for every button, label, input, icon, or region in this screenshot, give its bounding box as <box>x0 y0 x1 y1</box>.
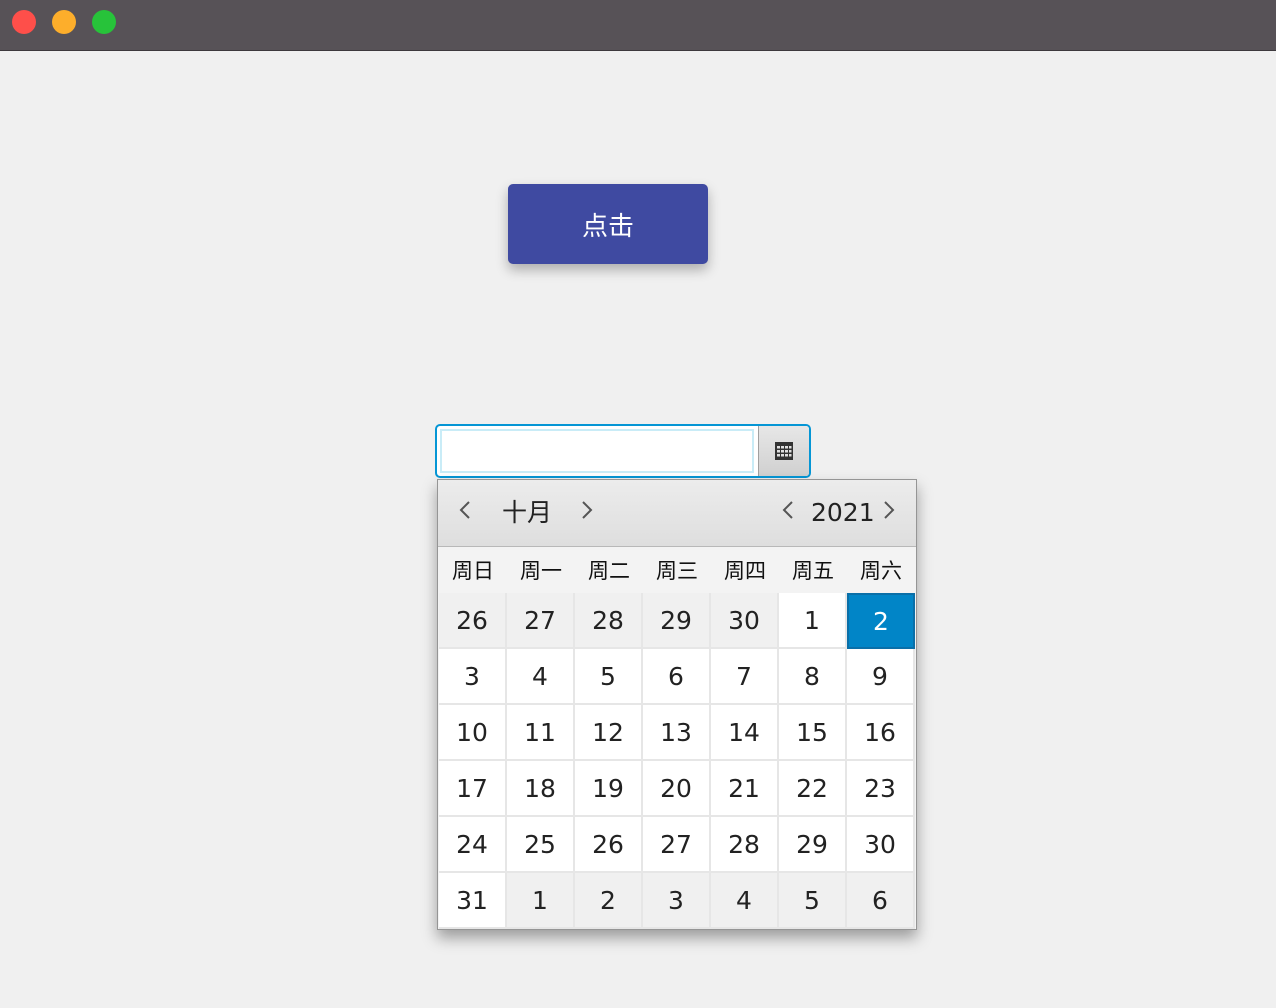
month-label: 十月 <box>502 498 553 527</box>
calendar-day[interactable]: 28 <box>711 817 779 873</box>
weekday-label: 周三 <box>656 559 698 583</box>
calendar-day[interactable]: 25 <box>507 817 575 873</box>
calendar-day[interactable]: 2 <box>575 873 643 929</box>
chevron-left-icon <box>782 501 793 519</box>
calendar-day[interactable]: 13 <box>643 705 711 761</box>
calendar-day[interactable]: 4 <box>507 649 575 705</box>
calendar-day-selected[interactable]: 2 <box>847 593 915 649</box>
calendar-day[interactable]: 26 <box>575 817 643 873</box>
next-year-button[interactable] <box>882 498 896 528</box>
calendar-day[interactable]: 15 <box>779 705 847 761</box>
calendar-day[interactable]: 30 <box>847 817 915 873</box>
date-picker <box>435 424 811 478</box>
calendar-day[interactable]: 11 <box>507 705 575 761</box>
calendar-day[interactable]: 14 <box>711 705 779 761</box>
calendar-day[interactable]: 1 <box>507 873 575 929</box>
chevron-right-icon <box>884 501 895 519</box>
calendar-icon <box>775 442 793 460</box>
minimize-window-button[interactable] <box>52 10 76 34</box>
calendar-day[interactable]: 29 <box>779 817 847 873</box>
chevron-left-icon <box>459 501 470 519</box>
calendar-day[interactable]: 5 <box>575 649 643 705</box>
date-input[interactable] <box>440 429 754 473</box>
calendar-day[interactable]: 6 <box>847 873 915 929</box>
window-titlebar <box>0 0 1276 51</box>
calendar-day[interactable]: 5 <box>779 873 847 929</box>
close-window-button[interactable] <box>12 10 36 34</box>
calendar-day[interactable]: 26 <box>439 593 507 649</box>
maximize-window-button[interactable] <box>92 10 116 34</box>
weekday-label: 周日 <box>452 559 494 583</box>
calendar-day[interactable]: 7 <box>711 649 779 705</box>
calendar-day[interactable]: 28 <box>575 593 643 649</box>
calendar-day[interactable]: 20 <box>643 761 711 817</box>
weekday-label: 周一 <box>520 559 562 583</box>
prev-year-button[interactable] <box>781 498 795 528</box>
weekday-label: 周四 <box>724 559 766 583</box>
calendar-day[interactable]: 8 <box>779 649 847 705</box>
calendar-header: 十月 2021 <box>438 480 916 547</box>
calendar-toggle-button[interactable] <box>758 426 809 476</box>
calendar-day-grid: 26 27 28 29 30 1 2 3 4 5 6 7 8 9 10 11 12 13 14 15 16 17 18 19 2… <box>439 593 916 929</box>
calendar-day[interactable]: 23 <box>847 761 915 817</box>
calendar-day[interactable]: 22 <box>779 761 847 817</box>
calendar-day[interactable]: 9 <box>847 649 915 705</box>
calendar-day[interactable]: 29 <box>643 593 711 649</box>
calendar-day[interactable]: 21 <box>711 761 779 817</box>
weekday-label: 周二 <box>588 559 630 583</box>
next-month-button[interactable] <box>580 498 594 528</box>
calendar-day[interactable]: 1 <box>779 593 847 649</box>
weekday-header-row: 周日 周一 周二 周三 周四 周五 周六 <box>439 547 916 593</box>
prev-month-button[interactable] <box>458 498 472 528</box>
weekday-label: 周五 <box>792 559 834 583</box>
weekday-label: 周六 <box>860 559 902 583</box>
calendar-popup: 十月 2021 周日 周一 周二 周三 周四 周五 周六 26 27 28 29 30 1… <box>437 479 917 930</box>
chevron-right-icon <box>582 501 593 519</box>
calendar-day[interactable]: 31 <box>439 873 507 929</box>
calendar-day[interactable]: 6 <box>643 649 711 705</box>
calendar-day[interactable]: 27 <box>507 593 575 649</box>
calendar-day[interactable]: 16 <box>847 705 915 761</box>
calendar-day[interactable]: 10 <box>439 705 507 761</box>
calendar-day[interactable]: 30 <box>711 593 779 649</box>
click-button[interactable]: 点击 <box>508 184 708 264</box>
calendar-day[interactable]: 3 <box>439 649 507 705</box>
calendar-day[interactable]: 4 <box>711 873 779 929</box>
calendar-day[interactable]: 12 <box>575 705 643 761</box>
year-label: 2021 <box>811 498 875 527</box>
calendar-day[interactable]: 19 <box>575 761 643 817</box>
calendar-day[interactable]: 27 <box>643 817 711 873</box>
calendar-day[interactable]: 24 <box>439 817 507 873</box>
calendar-day[interactable]: 18 <box>507 761 575 817</box>
calendar-day[interactable]: 17 <box>439 761 507 817</box>
calendar-day[interactable]: 3 <box>643 873 711 929</box>
